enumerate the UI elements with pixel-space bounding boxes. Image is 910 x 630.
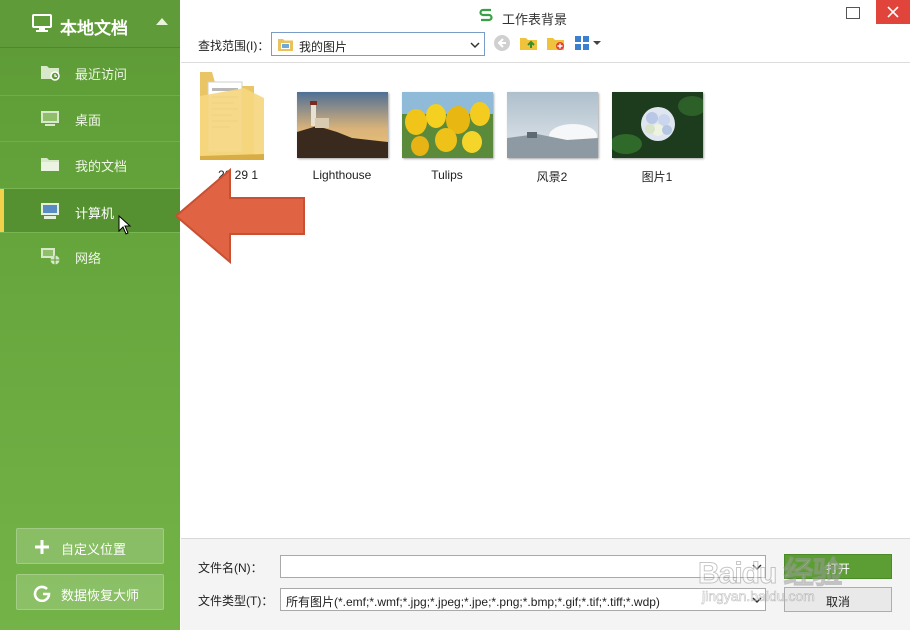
- back-icon[interactable]: [492, 33, 512, 53]
- file-name: Tulips: [431, 168, 463, 182]
- up-folder-icon[interactable]: [519, 33, 539, 53]
- network-icon: [41, 248, 60, 265]
- recent-folder-icon: [41, 66, 60, 81]
- sidebar-item-my-documents[interactable]: 我的文档: [0, 142, 180, 187]
- window-title: 工作表背景: [502, 12, 568, 27]
- custom-location-button[interactable]: 自定义位置: [16, 528, 164, 564]
- active-indicator: [0, 189, 4, 232]
- close-button[interactable]: [876, 0, 910, 24]
- sidebar-title: 本地文档: [60, 19, 128, 38]
- sidebar-item-network[interactable]: 网络: [0, 234, 180, 279]
- sidebar-item-recent[interactable]: 最近访问: [0, 50, 180, 95]
- sidebar-item-label: 计算机: [75, 206, 115, 221]
- filetype-label: 文件类型(T)：: [198, 594, 274, 608]
- wps-logo-icon: [479, 8, 493, 22]
- folder-icon: [41, 158, 59, 171]
- collapse-caret-icon[interactable]: [156, 18, 168, 25]
- filename-label: 文件名(N)：: [198, 561, 263, 575]
- monitor-icon: [32, 14, 52, 32]
- file-name: 图片1: [641, 170, 673, 184]
- plus-icon: [35, 540, 49, 554]
- look-in-value: 我的图片: [299, 40, 348, 54]
- sidebar-item-label: 网络: [75, 251, 102, 266]
- look-in-dropdown[interactable]: 我的图片: [271, 32, 485, 56]
- data-recovery-label: 数据恢复大师: [61, 588, 140, 603]
- maximize-button[interactable]: [846, 7, 860, 19]
- chevron-down-icon: [470, 42, 480, 49]
- sidebar: 本地文档 最近访问 桌面 我的文档 计算机 网络 自定义位置 数据恢复大师: [0, 0, 180, 630]
- watermark: Baidu 经验 jingyan.baidu.com: [698, 530, 898, 610]
- data-recovery-button[interactable]: 数据恢复大师: [16, 574, 164, 610]
- lighthouse-thumbnail: [297, 92, 388, 158]
- sidebar-item-computer[interactable]: 计算机: [0, 188, 180, 233]
- new-folder-icon[interactable]: [546, 33, 566, 53]
- mouse-cursor-icon: [118, 215, 132, 235]
- sidebar-item-label: 我的文档: [75, 159, 128, 174]
- computer-icon: [41, 203, 59, 219]
- hydrangea-thumbnail: [612, 92, 703, 158]
- filename-input[interactable]: [280, 555, 766, 578]
- watermark-main: Baidu 经验: [698, 557, 844, 591]
- pictures-folder-icon: [278, 39, 293, 51]
- view-menu-icon[interactable]: [573, 33, 603, 53]
- sidebar-header[interactable]: 本地文档: [0, 0, 180, 48]
- filetype-value: 所有图片(*.emf;*.wmf;*.jpg;*.jpeg;*.jpe;*.pn…: [286, 595, 660, 609]
- desktop-icon: [41, 111, 59, 126]
- tulips-thumbnail: [402, 92, 493, 158]
- recover-icon: [33, 585, 51, 602]
- look-in-label: 查找范围(I)：: [198, 39, 270, 53]
- folder-icon: [200, 72, 264, 160]
- filetype-dropdown[interactable]: 所有图片(*.emf;*.wmf;*.jpg;*.jpeg;*.jpe;*.pn…: [280, 588, 766, 611]
- annotation-arrow: [174, 167, 305, 265]
- sidebar-item-desktop[interactable]: 桌面: [0, 96, 180, 141]
- custom-location-label: 自定义位置: [61, 542, 127, 557]
- watermark-sub: jingyan.baidu.com: [702, 588, 815, 605]
- sidebar-item-label: 桌面: [75, 113, 102, 128]
- sidebar-item-label: 最近访问: [75, 67, 128, 82]
- landscape-thumbnail: [507, 92, 598, 158]
- file-name: 风景2: [536, 170, 568, 184]
- close-icon: [887, 6, 899, 18]
